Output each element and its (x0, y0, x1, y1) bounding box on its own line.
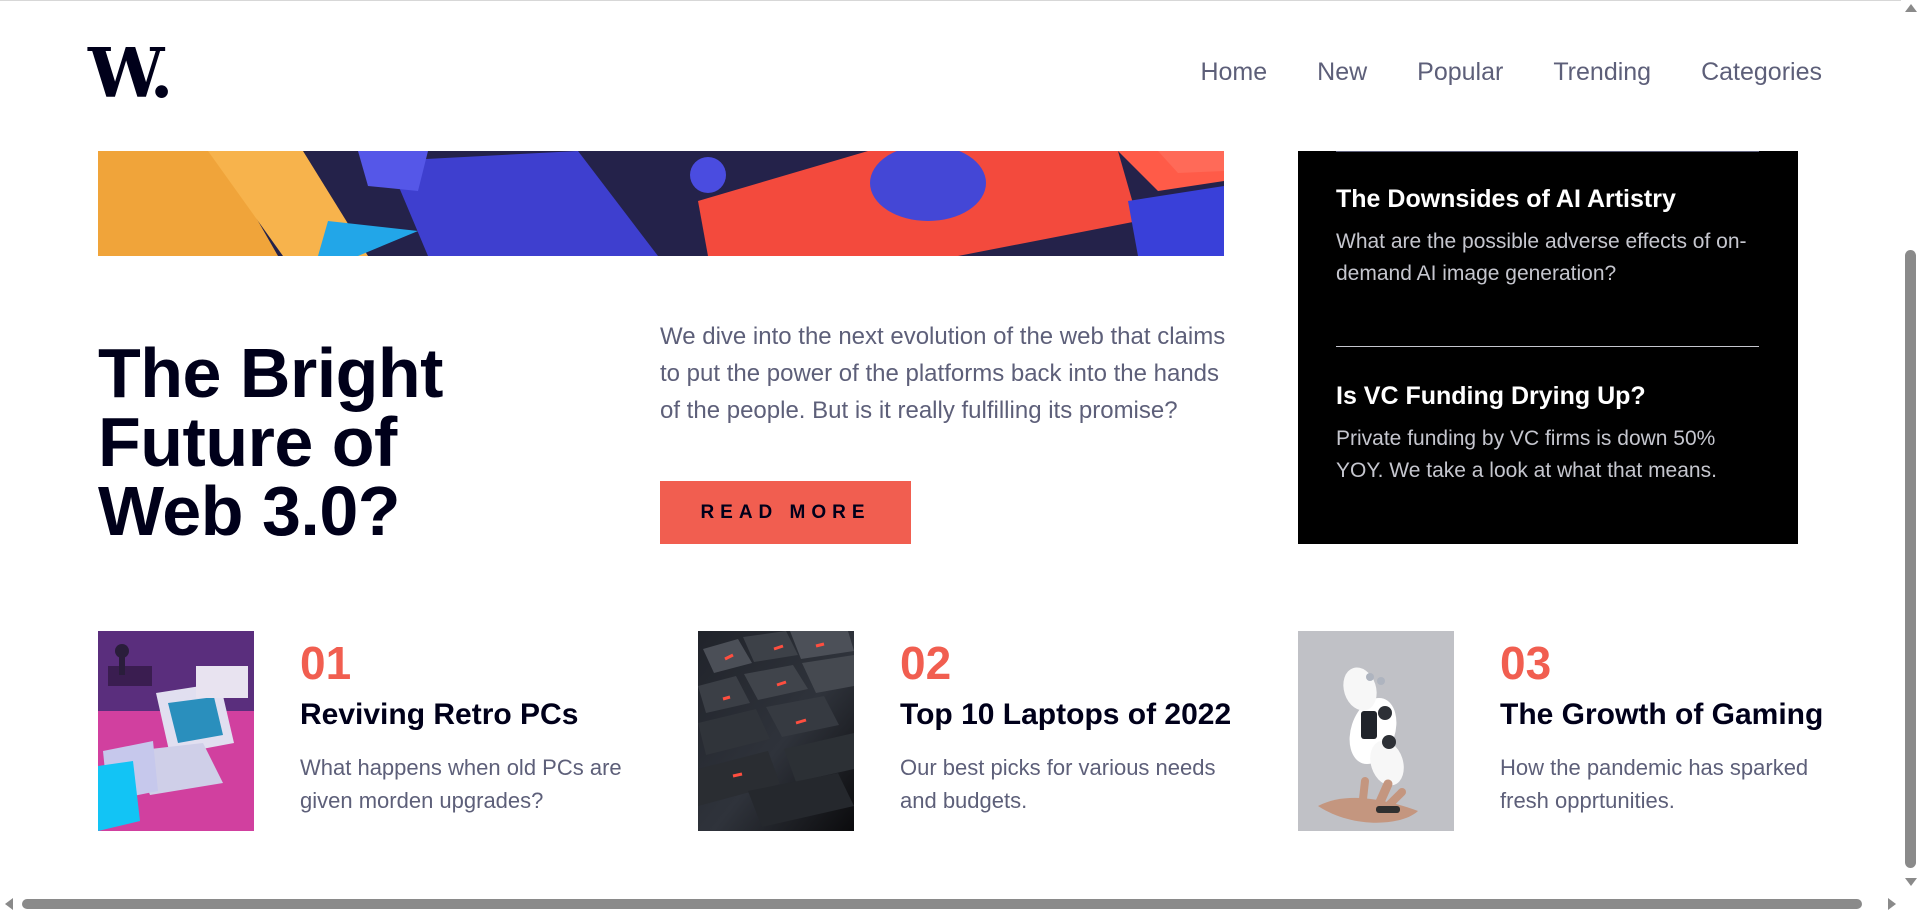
new-article-description: Private funding by VC firms is down 50% … (1336, 427, 1717, 482)
nav-popular-link[interactable]: Popular (1417, 58, 1503, 87)
scroll-left-arrow-icon[interactable] (5, 898, 13, 910)
retro-pc-image (98, 631, 254, 831)
new-article-item[interactable]: The Downsides of AI Artistry What are th… (1336, 184, 1756, 290)
new-articles-panel: The Downsides of AI Artistry What are th… (1298, 151, 1798, 544)
featured-article-item[interactable]: 03 The Growth of Gaming How the pandemic… (1298, 631, 1858, 831)
hero-title-line-1: The Bright (98, 333, 443, 412)
horizontal-scrollbar-thumb[interactable] (22, 899, 1862, 909)
article-description: Our best picks for various needs and bud… (900, 755, 1216, 813)
gaming-controller-thumbnail[interactable] (1298, 631, 1454, 831)
article-title[interactable]: Reviving Retro PCs (300, 697, 650, 733)
gaming-controller-image (1298, 631, 1454, 831)
article-description: How the pandemic has sparked fresh opprt… (1500, 755, 1809, 813)
vertical-scrollbar-thumb[interactable] (1905, 250, 1916, 868)
laptop-keyboard-image (698, 631, 854, 831)
hero-image (98, 151, 1224, 256)
new-article-description: What are the possible adverse effects of… (1336, 230, 1747, 285)
article-content: 02 Top 10 Laptops of 2022 Our best picks… (900, 631, 1250, 817)
hero-title-line-3: Web 3.0? (98, 471, 401, 550)
scroll-up-arrow-icon[interactable] (1905, 4, 1917, 12)
laptop-keyboard-thumbnail[interactable] (698, 631, 854, 831)
article-number: 03 (1500, 637, 1552, 689)
article-description: What happens when old PCs are given mord… (300, 755, 622, 813)
new-article-title[interactable]: The Downsides of AI Artistry (1336, 184, 1756, 214)
nav-trending-link[interactable]: Trending (1553, 58, 1651, 87)
article-number: 02 (900, 637, 952, 689)
page: W. Home New Popular Trending Categories … (0, 0, 1920, 912)
panel-top-divider (1336, 151, 1759, 152)
nav-new-link[interactable]: New (1317, 58, 1367, 87)
scroll-right-arrow-icon[interactable] (1888, 898, 1896, 910)
vertical-scrollbar[interactable] (1901, 0, 1920, 912)
featured-article-item[interactable]: 02 Top 10 Laptops of 2022 Our best picks… (698, 631, 1258, 831)
new-article-title[interactable]: Is VC Funding Drying Up? (1336, 381, 1756, 411)
site-logo[interactable]: W. (88, 40, 173, 108)
nav-home-link[interactable]: Home (1200, 58, 1267, 87)
scroll-down-arrow-icon[interactable] (1905, 878, 1917, 886)
article-title[interactable]: Top 10 Laptops of 2022 (900, 697, 1250, 733)
main-navigation: Home New Popular Trending Categories (1200, 58, 1822, 87)
hero-abstract-shapes-image (98, 151, 1224, 256)
site-header: W. Home New Popular Trending Categories (0, 0, 1920, 150)
horizontal-scrollbar[interactable] (0, 895, 1901, 912)
new-article-item[interactable]: Is VC Funding Drying Up? Private funding… (1336, 381, 1756, 487)
read-more-button[interactable]: READ MORE (660, 481, 911, 544)
article-number: 01 (300, 637, 352, 689)
hero-title-line-2: Future of (98, 402, 397, 481)
retro-pc-thumbnail[interactable] (98, 631, 254, 831)
hero-title: The Bright Future of Web 3.0? (98, 338, 618, 546)
article-title[interactable]: The Growth of Gaming (1500, 697, 1850, 733)
article-content: 03 The Growth of Gaming How the pandemic… (1500, 631, 1850, 817)
panel-divider (1336, 346, 1759, 347)
featured-article-item[interactable]: 01 Reviving Retro PCs What happens when … (98, 631, 658, 831)
hero-description: We dive into the next evolution of the w… (660, 323, 1226, 424)
nav-categories-link[interactable]: Categories (1701, 58, 1822, 87)
article-content: 01 Reviving Retro PCs What happens when … (300, 631, 650, 817)
